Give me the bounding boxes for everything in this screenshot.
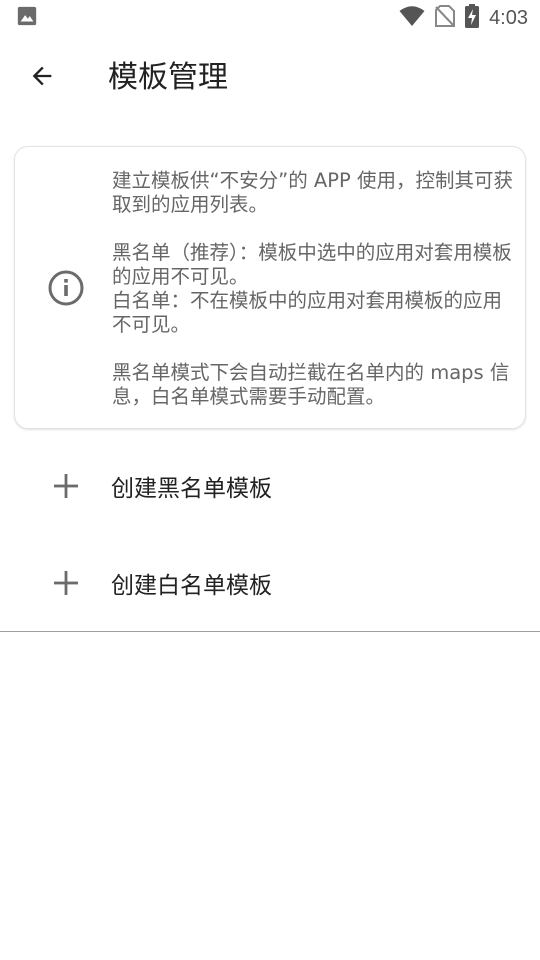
info-paragraph-blacklist: 黑名单（推荐）：模板中选中的应用对套用模板的应用不可见。 [112,241,512,288]
wifi-icon [399,5,425,31]
status-right: 4:03 [399,4,528,32]
battery-charging-icon [465,4,480,32]
status-time: 4:03 [489,6,528,29]
info-paragraph-maps: 黑名单模式下会自动拦截在名单内的 maps 信息，白名单模式需要手动配置。 [112,361,510,408]
plus-icon [52,472,80,500]
info-paragraph-whitelist: 白名单：不在模板中的应用对套用模板的应用不可见。 [112,289,503,336]
status-left [16,5,38,31]
arrow-back-icon [28,62,56,94]
no-sim-icon [435,5,456,31]
plus-icon [52,569,80,597]
info-text: 建立模板供“不安分”的 APP 使用，控制其可获取到的应用列表。 黑名单（推荐）… [112,169,517,409]
status-bar: 4:03 [0,0,540,36]
app-bar: 模板管理 [0,36,540,120]
create-blacklist-template-label: 创建黑名单模板 [111,476,272,502]
back-button[interactable] [22,58,62,98]
info-icon [47,269,85,307]
create-whitelist-template-label: 创建白名单模板 [111,573,272,599]
divider [0,631,540,632]
create-blacklist-template-button[interactable]: 创建黑名单模板 [0,438,540,534]
info-paragraph-intro: 建立模板供“不安分”的 APP 使用，控制其可获取到的应用列表。 [112,169,513,216]
image-notification-icon [16,5,38,31]
create-whitelist-template-button[interactable]: 创建白名单模板 [0,535,540,631]
info-card: 建立模板供“不安分”的 APP 使用，控制其可获取到的应用列表。 黑名单（推荐）… [14,146,526,429]
page-title: 模板管理 [108,60,228,95]
